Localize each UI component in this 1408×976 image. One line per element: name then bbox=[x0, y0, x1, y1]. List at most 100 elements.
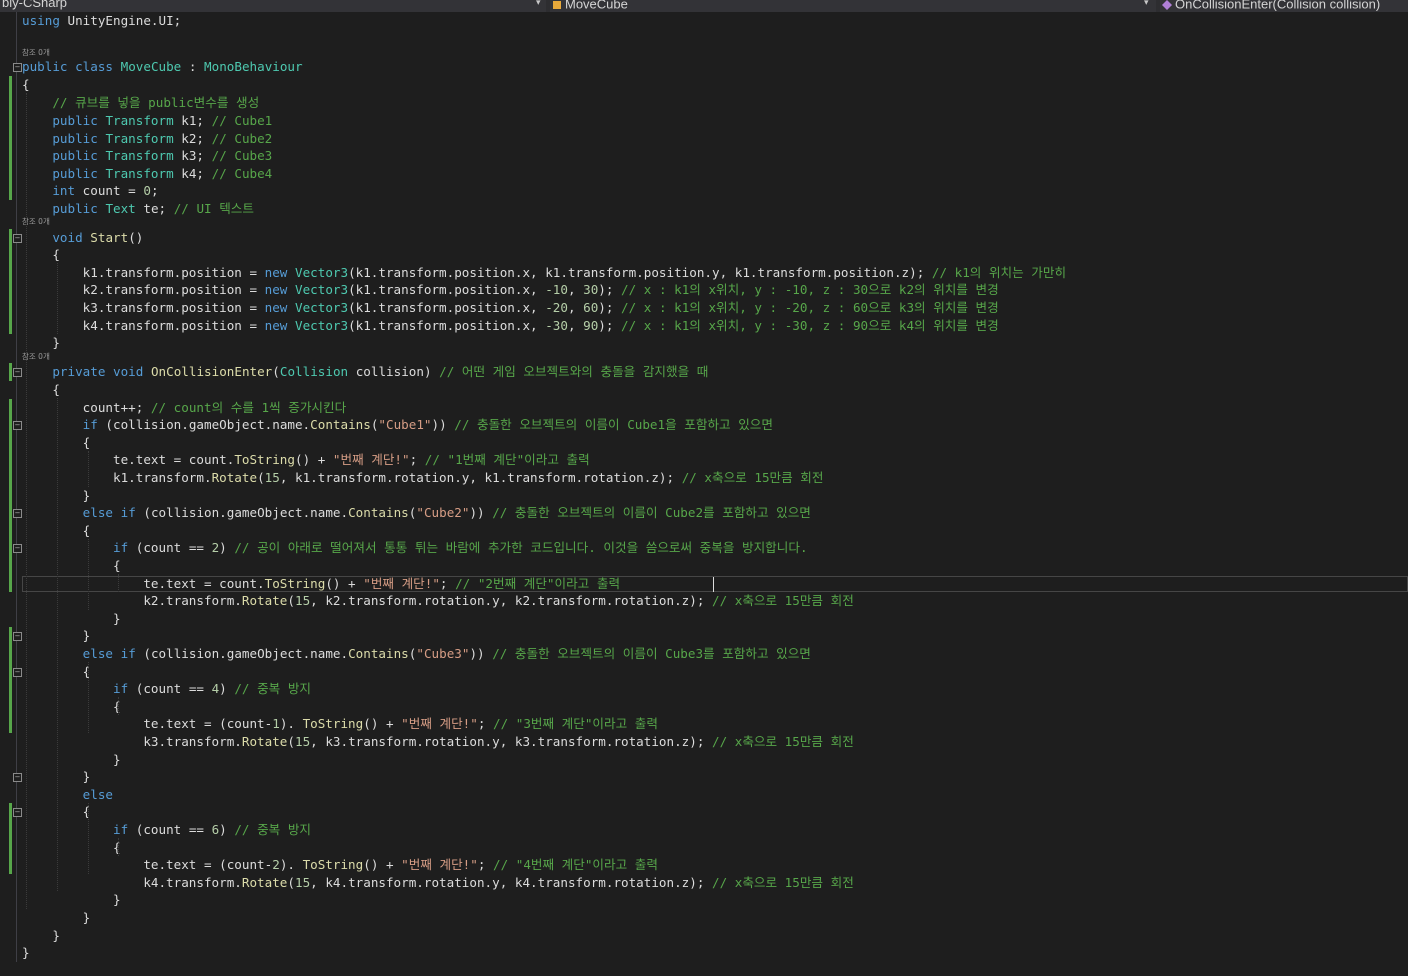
member-dropdown[interactable]: OnCollisionEnter(Collision collision) bbox=[1160, 0, 1408, 12]
code-line[interactable]: k4.transform.Rotate(15, k4.transform.rot… bbox=[22, 874, 853, 892]
project-dropdown[interactable]: bly-CSharp bbox=[0, 0, 546, 12]
collapse-icon[interactable]: − bbox=[13, 63, 22, 73]
code-token: 1 bbox=[272, 716, 280, 732]
code-line[interactable]: { bbox=[22, 557, 121, 575]
code-line[interactable]: { bbox=[22, 76, 30, 94]
collapse-icon[interactable]: − bbox=[13, 544, 22, 554]
code-token: (collision.gameObject.name. bbox=[135, 505, 349, 521]
code-line[interactable]: te.text = (count-2). ToString() + "번째 계단… bbox=[22, 856, 658, 874]
code-line[interactable]: if (count == 2) // 공이 아래로 떨어져서 통통 튀는 바람에… bbox=[22, 539, 808, 557]
code-token: (collision.gameObject.name. bbox=[97, 417, 311, 433]
code-token: // 충돌한 오브젝트의 이름이 Cube1을 포함하고 있으면 bbox=[454, 417, 773, 433]
code-line[interactable]: void Start() bbox=[22, 229, 143, 247]
code-token: "Cube3" bbox=[416, 646, 470, 661]
code-token: // 충돌한 오브젝트의 이름이 Cube3를 포함하고 있으면 bbox=[492, 646, 811, 661]
code-line[interactable]: k3.transform.position = new Vector3(k1.t… bbox=[22, 299, 999, 317]
code-token: "Cube2" bbox=[416, 505, 470, 521]
code-token: } bbox=[22, 945, 30, 961]
collapse-icon[interactable]: − bbox=[13, 368, 22, 378]
code-line[interactable]: if (collision.gameObject.name.Contains("… bbox=[22, 416, 773, 434]
collapse-icon[interactable]: − bbox=[13, 233, 22, 243]
code-token: // "3번째 계단"이라고 출력 bbox=[493, 716, 658, 732]
code-line[interactable]: int count = 0; bbox=[22, 182, 158, 200]
class-icon bbox=[553, 1, 561, 9]
code-token: if bbox=[120, 505, 136, 521]
code-line[interactable]: // 큐브를 넣을 public변수를 생성 bbox=[22, 94, 259, 112]
code-line[interactable]: } bbox=[22, 909, 91, 927]
code-line[interactable]: else if (collision.gameObject.name.Conta… bbox=[22, 504, 811, 522]
code-token: ) bbox=[219, 540, 235, 556]
code-line[interactable]: te.text = count.ToString() + "번째 계단!"; /… bbox=[22, 575, 620, 593]
code-line[interactable]: te.text = (count-1). ToString() + "번째 계단… bbox=[22, 715, 658, 733]
code-line[interactable]: public class MoveCube : MonoBehaviour bbox=[22, 58, 303, 76]
code-line[interactable]: { bbox=[22, 246, 60, 264]
code-line[interactable]: public Transform k3; // Cube3 bbox=[22, 147, 272, 165]
collapse-icon[interactable]: − bbox=[13, 509, 22, 519]
code-line[interactable]: } bbox=[22, 334, 60, 352]
code-line[interactable]: } bbox=[22, 927, 60, 945]
collapse-icon[interactable]: − bbox=[13, 773, 22, 783]
code-token: Rotate bbox=[241, 734, 288, 749]
code-lens-references[interactable]: 참조 0개 bbox=[22, 48, 50, 58]
code-token: } bbox=[22, 335, 60, 351]
code-token: { bbox=[22, 698, 121, 714]
code-token: k3; bbox=[173, 148, 212, 164]
code-line[interactable]: } bbox=[22, 610, 121, 628]
collapse-icon[interactable]: − bbox=[13, 421, 22, 431]
code-line[interactable]: k1.transform.position = new Vector3(k1.t… bbox=[22, 264, 1066, 282]
code-line[interactable]: public Transform k4; // Cube4 bbox=[22, 165, 272, 183]
code-line[interactable]: else if (collision.gameObject.name.Conta… bbox=[22, 645, 811, 663]
code-token: -20 bbox=[545, 300, 568, 315]
code-token: ; bbox=[477, 716, 494, 732]
code-token: , k1.transform.rotation.y, k1.transform.… bbox=[279, 470, 682, 485]
code-token: public bbox=[52, 165, 98, 181]
code-token: Rotate bbox=[241, 874, 288, 890]
code-line[interactable]: { bbox=[22, 698, 121, 716]
class-dropdown[interactable]: MoveCube bbox=[550, 0, 1156, 12]
code-line[interactable]: k3.transform.Rotate(15, k3.transform.rot… bbox=[22, 733, 853, 751]
code-line[interactable]: { bbox=[22, 839, 121, 857]
code-line[interactable]: public Transform k1; // Cube1 bbox=[22, 112, 272, 130]
code-line[interactable]: te.text = count.ToString() + "번째 계단!"; /… bbox=[22, 451, 590, 469]
code-line[interactable]: if (count == 4) // 중복 방지 bbox=[22, 680, 311, 698]
code-line[interactable]: using UnityEngine.UI; bbox=[22, 12, 181, 30]
code-token: new bbox=[264, 264, 288, 280]
code-token: 90 bbox=[583, 317, 599, 333]
code-editor[interactable]: using UnityEngine.UI; public class MoveCu… bbox=[0, 12, 1408, 976]
code-token: Transform bbox=[105, 165, 174, 181]
code-line[interactable]: private void OnCollisionEnter(Collision … bbox=[22, 363, 708, 381]
collapse-icon[interactable]: − bbox=[13, 632, 22, 642]
chevron-down-icon[interactable]: ▾ bbox=[536, 0, 541, 8]
code-line[interactable]: } bbox=[22, 891, 121, 909]
code-token: ( bbox=[287, 593, 295, 609]
code-token: (collision.gameObject.name. bbox=[135, 646, 349, 661]
code-line[interactable]: k2.transform.position = new Vector3(k1.t… bbox=[22, 281, 999, 299]
code-line[interactable]: } bbox=[22, 751, 121, 769]
collapse-icon[interactable]: − bbox=[13, 667, 22, 677]
code-line[interactable]: k4.transform.position = new Vector3(k1.t… bbox=[22, 317, 999, 335]
code-line[interactable]: if (count == 6) // 중복 방지 bbox=[22, 821, 311, 839]
code-line[interactable]: k2.transform.Rotate(15, k2.transform.rot… bbox=[22, 592, 853, 610]
code-token: using bbox=[22, 13, 60, 29]
code-token: (k1.transform.position.x, bbox=[348, 282, 546, 298]
code-token: ToString bbox=[302, 857, 364, 873]
code-token: , bbox=[567, 282, 584, 298]
code-line[interactable]: } bbox=[22, 944, 30, 962]
code-line[interactable]: public Text te; // UI 텍스트 bbox=[22, 200, 254, 218]
code-token: if bbox=[113, 822, 129, 837]
code-line[interactable]: k1.transform.Rotate(15, k1.transform.rot… bbox=[22, 469, 823, 487]
chevron-down-icon[interactable]: ▾ bbox=[1144, 0, 1149, 8]
code-line[interactable]: public Transform k2; // Cube2 bbox=[22, 130, 272, 148]
code-line[interactable]: else bbox=[22, 786, 113, 804]
collapse-icon[interactable]: − bbox=[13, 808, 22, 818]
code-token: ToString bbox=[302, 716, 364, 732]
code-token: (count == bbox=[128, 822, 212, 837]
code-line[interactable]: { bbox=[22, 381, 60, 399]
code-line[interactable]: count++; // count의 수를 1씩 증가시킨다 bbox=[22, 399, 347, 417]
code-token: k1; bbox=[173, 113, 212, 128]
